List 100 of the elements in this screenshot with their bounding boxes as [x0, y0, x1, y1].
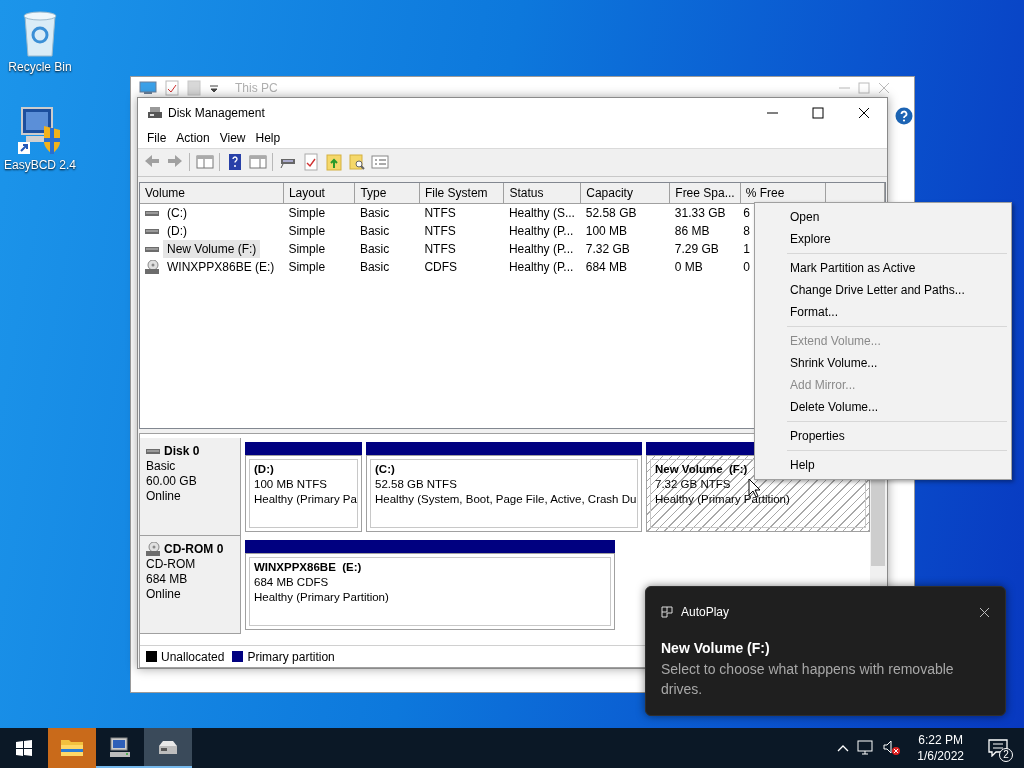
checklist-icon[interactable] — [301, 153, 320, 172]
window-title: This PC — [235, 80, 278, 97]
drive-icon — [145, 208, 159, 217]
column-header[interactable]: Status — [503, 182, 581, 204]
table-cell: NTFS — [424, 205, 456, 220]
dropdown-icon[interactable] — [209, 83, 219, 93]
app-name: AutoPlay — [681, 604, 730, 621]
minimize-icon — [766, 111, 778, 114]
menu-item[interactable]: Open — [757, 206, 1009, 228]
drive-icon — [147, 105, 163, 120]
column-header[interactable]: Layout — [283, 182, 355, 204]
disk-info: CD-ROM — [146, 556, 197, 572]
menu-item[interactable]: View — [214, 126, 251, 149]
partition-box[interactable]: (D:) 100 MB NTFS Healthy (Primary Pa — [245, 454, 362, 532]
computer-icon — [108, 736, 132, 758]
table-cell: Basic — [359, 205, 390, 220]
disk-info: Online — [146, 586, 182, 602]
folder-up-icon[interactable] — [324, 153, 343, 172]
drive-icon — [145, 226, 159, 235]
table-cell: 6 — [743, 205, 750, 220]
menu-item[interactable]: Explore — [757, 228, 1009, 250]
column-header[interactable]: Capacity — [580, 182, 670, 204]
table-cell: Healthy (P... — [508, 223, 574, 238]
menu-item[interactable]: Action — [171, 126, 215, 149]
partition-size: 100 MB NTFS — [254, 476, 327, 492]
network-icon[interactable] — [857, 740, 876, 756]
clock-date[interactable]: 1/6/2022 — [917, 748, 964, 764]
table-cell: 0 — [743, 259, 750, 274]
table-cell[interactable]: (D:) — [163, 221, 191, 240]
menu-item[interactable]: Delete Volume... — [757, 396, 1009, 418]
disk-info: Online — [146, 488, 182, 504]
notification-card[interactable]: AutoPlay New Volume (F:) Select to choose what happens with removable drives. — [645, 586, 1006, 716]
partition-status: Healthy (System, Boot, Page File, Active, Crash Du — [375, 491, 637, 507]
table-cell: NTFS — [424, 223, 456, 238]
table-cell: Basic — [359, 223, 390, 238]
menu-item[interactable]: Shrink Volume... — [757, 352, 1009, 374]
window-title: Disk Management — [168, 104, 265, 122]
column-header[interactable]: Free Spa... — [669, 182, 741, 204]
menu-item[interactable]: Change Drive Letter and Paths... — [757, 279, 1009, 301]
list-icon[interactable] — [370, 153, 389, 172]
partition-title: WINXPPX86BE (E:) — [254, 559, 362, 575]
menu-item[interactable]: Format... — [757, 301, 1009, 323]
partition-title: (D:) — [254, 461, 274, 477]
table-cell: Simple — [288, 223, 326, 238]
column-header[interactable]: File System — [419, 182, 504, 204]
table-cell[interactable]: (C:) — [163, 203, 191, 222]
partition-box[interactable]: WINXPPX86BE (E:) 684 MB CDFS Healthy (Primary Partition) — [245, 552, 615, 630]
cd-drive-icon — [146, 542, 160, 557]
legend-label: Unallocated — [161, 648, 225, 666]
menu-item[interactable]: File — [142, 126, 172, 149]
notification-message: Select to choose what happens with removable drives. — [661, 660, 955, 699]
cd-drive-icon — [145, 259, 159, 274]
clock-time[interactable]: 6:22 PM — [917, 732, 964, 748]
disk-info: 684 MB — [146, 571, 189, 587]
table-cell: Healthy (P... — [508, 241, 574, 256]
table-cell: 86 MB — [674, 223, 710, 238]
table-cell: 52.58 GB — [585, 205, 637, 220]
menu-item[interactable]: Mark Partition as Active — [757, 257, 1009, 279]
legend-label: Primary partition — [247, 648, 335, 666]
menu-item[interactable]: Properties — [757, 425, 1009, 447]
table-cell: 100 MB — [585, 223, 628, 238]
taskbar-app[interactable] — [144, 728, 192, 768]
chevron-up-icon[interactable] — [837, 744, 850, 752]
speaker-muted-icon[interactable] — [883, 740, 902, 756]
table-cell: 0 MB — [674, 259, 703, 274]
table-cell: Simple — [288, 241, 326, 256]
table-cell: Simple — [288, 205, 326, 220]
folder-search-icon[interactable] — [347, 153, 366, 172]
drive-icon — [145, 244, 159, 253]
partition-box[interactable]: (C:) 52.58 GB NTFS Healthy (System, Boot, Page File, Active, Crash Du — [366, 454, 642, 532]
table-cell: Basic — [359, 259, 390, 274]
checklist-icon[interactable] — [165, 80, 179, 96]
table-cell[interactable]: New Volume (F:) — [163, 239, 261, 258]
table-cell: CDFS — [424, 259, 458, 274]
drive-icon — [146, 447, 160, 456]
table-cell: 31.33 GB — [674, 205, 726, 220]
notification-icon[interactable] — [988, 739, 1008, 757]
disk-name: Disk 0 — [164, 443, 200, 459]
panel-icon[interactable] — [195, 153, 214, 172]
table-cell: 7.29 GB — [674, 241, 719, 256]
table-cell[interactable]: WINXPPX86BE (E:) — [163, 257, 279, 276]
close-icon[interactable] — [979, 606, 990, 618]
menu-item[interactable]: Help — [250, 126, 286, 149]
table-cell: Healthy (P... — [508, 259, 574, 274]
table-cell: Simple — [288, 259, 326, 274]
maximize-icon — [812, 106, 824, 119]
column-header[interactable]: Volume — [140, 182, 284, 204]
column-header[interactable]: Type — [354, 182, 420, 204]
autoplay-icon — [661, 606, 673, 618]
windows-icon — [16, 740, 32, 756]
table-cell: 8 — [743, 223, 750, 238]
help-icon[interactable] — [895, 107, 913, 125]
partition-size: 684 MB CDFS — [254, 574, 329, 590]
disk-info: Basic — [146, 458, 177, 474]
partition-title: New Volume (F:) — [655, 461, 748, 477]
table-cell: 1 — [743, 241, 750, 256]
notification-title: New Volume (F:) — [661, 639, 771, 658]
partition-size: 7.32 GB NTFS — [655, 476, 731, 492]
computer-icon[interactable] — [139, 81, 157, 95]
partition-status: Healthy (Primary Partition) — [655, 491, 790, 507]
